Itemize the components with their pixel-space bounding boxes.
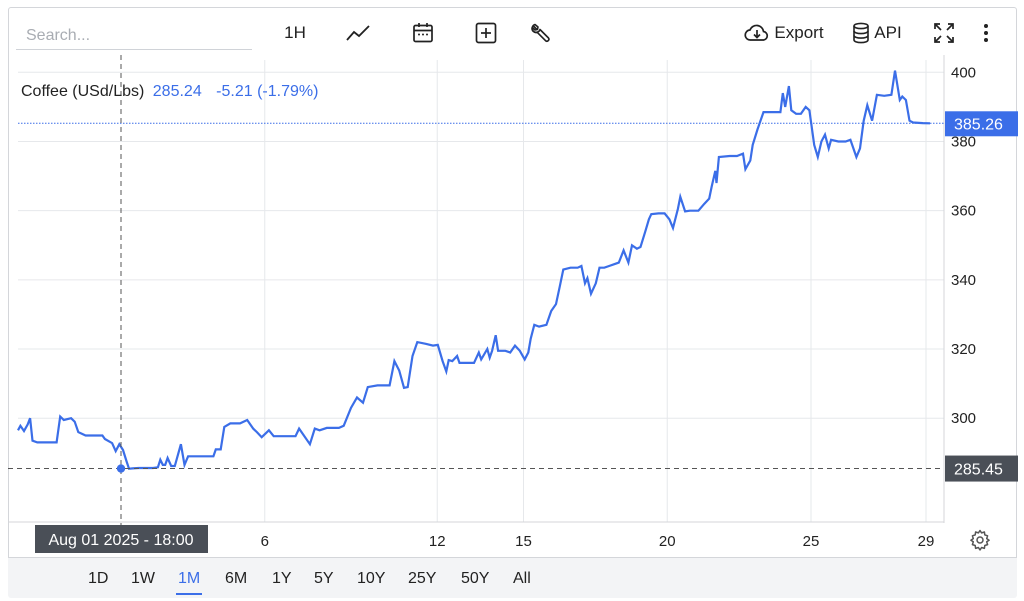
range-10y[interactable]: 10Y [355, 570, 387, 593]
x-gridlines [264, 60, 927, 522]
range-6m[interactable]: 6M [223, 570, 249, 593]
last-price-tag: 385.26 [945, 111, 1018, 137]
add-compare-icon [475, 22, 497, 44]
y-tick-label: 320 [951, 341, 976, 358]
chart-settings-button[interactable] [968, 528, 992, 557]
y-tick-label: 400 [951, 64, 976, 81]
range-1m[interactable]: 1M [176, 570, 203, 595]
crosshair-date-label: Aug 01 2025 - 18:00 [48, 532, 193, 549]
cloud-download-icon [744, 24, 769, 41]
api-button[interactable]: API [850, 18, 904, 48]
legend-change: -5.21 (-1.79%) [216, 83, 319, 100]
wrench-icon [531, 23, 550, 42]
more-vertical-icon [984, 24, 988, 42]
compare-button[interactable] [473, 18, 499, 48]
y-gridlines [18, 71, 944, 419]
more-options-button[interactable] [976, 18, 996, 48]
y-tick-label: 340 [951, 272, 976, 289]
chart-legend: Coffee (USd/Lbs) 285.24 -5.21 (-1.79%) [21, 83, 318, 101]
x-tick-label: 6 [261, 533, 269, 550]
y-tick-label: 300 [951, 410, 976, 427]
range-50y[interactable]: 50Y [459, 570, 491, 593]
legend-instrument-name: Coffee (USd/Lbs) [21, 83, 145, 100]
crosshair-price-label: 285.45 [954, 462, 1003, 479]
crosshair-point [116, 464, 126, 473]
range-5y[interactable]: 5Y [312, 570, 336, 593]
y-tick-label: 360 [951, 203, 976, 220]
interval-button[interactable]: 1H [282, 18, 308, 48]
range-selector: 1D 1W 1M 6M 1Y 5Y 10Y 25Y 50Y All [8, 557, 1017, 598]
search-input[interactable] [16, 22, 252, 50]
range-1y[interactable]: 1Y [270, 570, 294, 593]
range-1d[interactable]: 1D [86, 570, 110, 593]
line-chart-icon [346, 25, 370, 41]
x-tick-label: 29 [918, 533, 935, 550]
calendar-icon [413, 23, 433, 43]
crosshair-date-tag: Aug 01 2025 - 18:00 [35, 525, 208, 553]
x-axis-ticks: 6 12 15 20 25 29 [261, 533, 935, 550]
legend-value: 285.24 [152, 83, 202, 100]
database-icon [853, 22, 870, 44]
x-tick-label: 12 [429, 533, 446, 550]
chart-toolbar: 1H Export API [0, 0, 1024, 60]
date-range-button[interactable] [410, 18, 436, 48]
x-tick-label: 15 [515, 533, 532, 550]
fullscreen-icon [934, 23, 954, 43]
api-label: API [874, 23, 902, 42]
range-25y[interactable]: 25Y [406, 570, 438, 593]
fullscreen-button[interactable] [931, 18, 957, 48]
x-tick-label: 25 [803, 533, 820, 550]
crosshair-price-tag: 285.45 [945, 455, 1018, 482]
gear-icon [970, 529, 990, 551]
price-series-line [17, 70, 931, 470]
interval-label: 1H [284, 23, 306, 42]
indicators-button[interactable] [527, 18, 553, 48]
export-button[interactable]: Export [741, 18, 827, 48]
chart-type-button[interactable] [344, 18, 372, 48]
x-tick-label: 20 [659, 533, 676, 550]
range-1w[interactable]: 1W [129, 570, 157, 593]
export-label: Export [774, 23, 824, 42]
last-price-label: 385.26 [954, 116, 1003, 133]
range-all[interactable]: All [511, 570, 533, 593]
